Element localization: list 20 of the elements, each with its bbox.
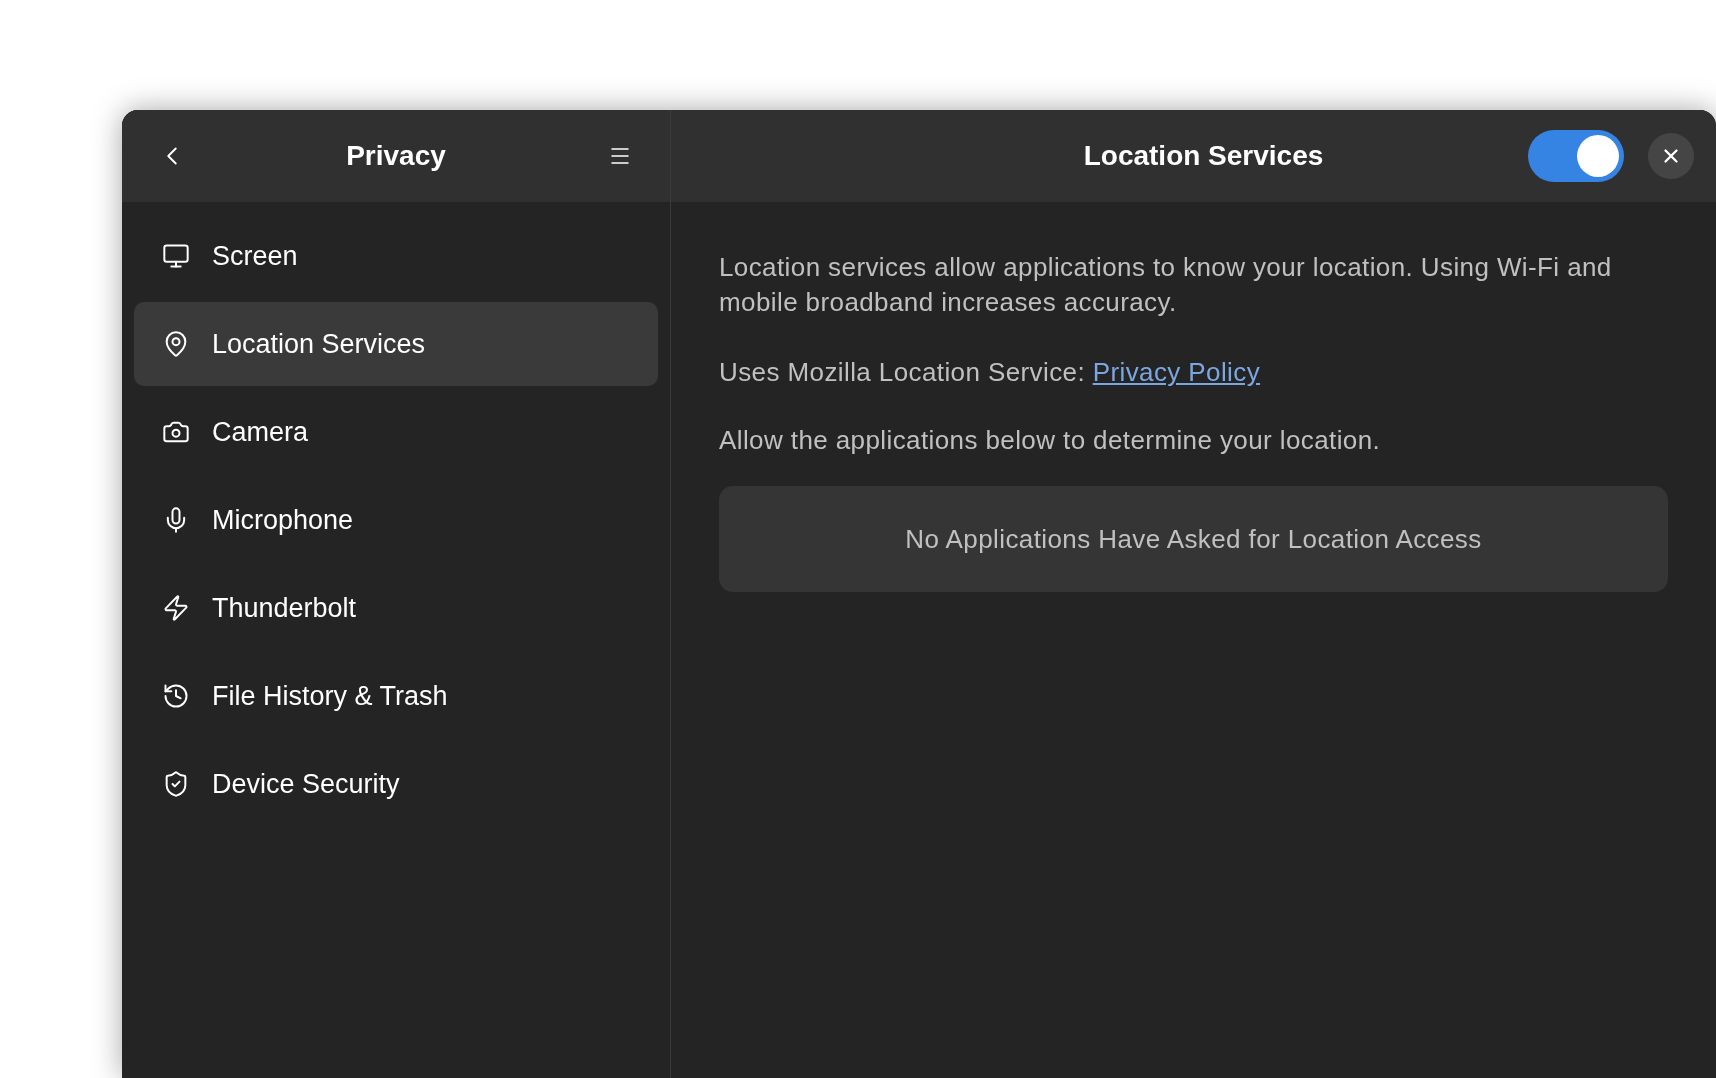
toggle-switch[interactable] xyxy=(1528,130,1624,182)
lightning-icon xyxy=(162,594,190,622)
sidebar-item[interactable]: Camera xyxy=(134,390,658,474)
sidebar-item[interactable]: Thunderbolt xyxy=(134,566,658,650)
privacy-policy-link[interactable]: Privacy Policy xyxy=(1092,357,1261,387)
sidebar-item[interactable]: Location Services xyxy=(134,302,658,386)
description-text: Location services allow applications to know your location. Using Wi-Fi and mobile broadband increases accuracy. xyxy=(719,251,1613,319)
close-button[interactable] xyxy=(1648,133,1694,179)
sidebar-title: Privacy xyxy=(346,139,446,173)
monitor-icon xyxy=(162,242,190,270)
sidebar-item[interactable]: Device Security xyxy=(134,742,658,826)
toggle-knob xyxy=(1577,135,1619,177)
page-title: Location Services xyxy=(1082,139,1325,173)
sidebar-item[interactable]: Microphone xyxy=(134,478,658,562)
sidebar-item[interactable]: File History & Trash xyxy=(134,654,658,738)
empty-message: No Applications Have Asked for Location Access xyxy=(905,522,1482,556)
allow-text: Allow the applications below to determine your location. xyxy=(719,424,1382,457)
sidebar-item[interactable]: Screen xyxy=(134,214,658,298)
service-label: Uses Mozilla Location Service: xyxy=(719,357,1086,387)
clock-history-icon xyxy=(162,682,190,710)
